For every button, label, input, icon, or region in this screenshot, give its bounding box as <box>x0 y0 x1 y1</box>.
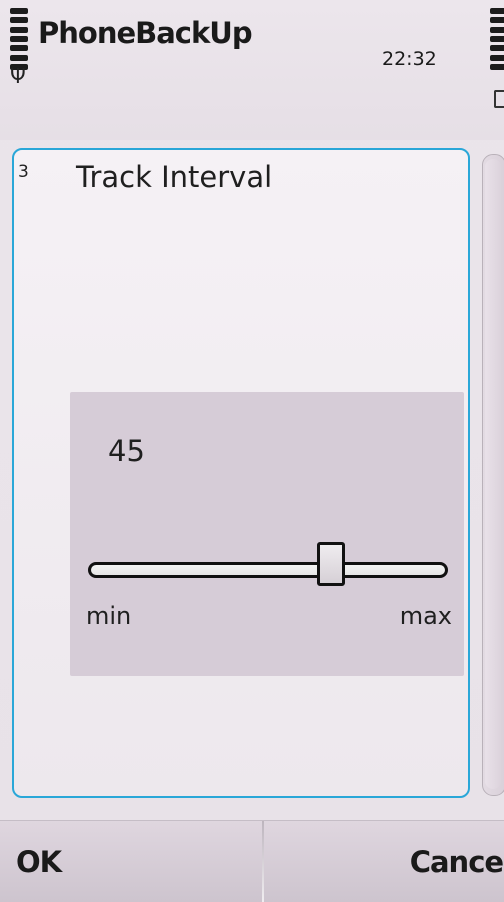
clock: 22:32 <box>382 48 437 70</box>
item-index: 3 <box>18 162 29 182</box>
slider-track[interactable] <box>88 562 448 578</box>
ok-button[interactable]: OK <box>16 845 62 879</box>
slider-min-label: min <box>86 602 132 630</box>
slider-max-label: max <box>399 602 452 630</box>
app-title: PhoneBackUp <box>38 16 253 50</box>
battery-icon <box>490 8 504 70</box>
phone-screen: Ψ PhoneBackUp 22:32 3 Track Interval 45 … <box>0 0 504 902</box>
slider-value: 45 <box>108 434 145 468</box>
charging-indicator-icon <box>494 90 504 108</box>
softkey-divider <box>262 821 264 902</box>
scrollbar-thumb[interactable] <box>485 159 501 789</box>
dialog-title: Track Interval <box>76 160 273 194</box>
antenna-icon: Ψ <box>10 64 26 88</box>
slider-panel[interactable]: 45 min max <box>70 392 464 676</box>
scrollbar[interactable] <box>482 154 504 796</box>
cancel-button[interactable]: Cancel <box>410 845 504 879</box>
slider-thumb[interactable] <box>317 542 346 586</box>
track-interval-dialog: 3 Track Interval 45 min max <box>12 148 470 798</box>
signal-strength-icon <box>10 8 28 70</box>
status-bar: Ψ PhoneBackUp 22:32 <box>0 0 504 140</box>
softkey-bar: OK Cancel <box>0 820 504 902</box>
